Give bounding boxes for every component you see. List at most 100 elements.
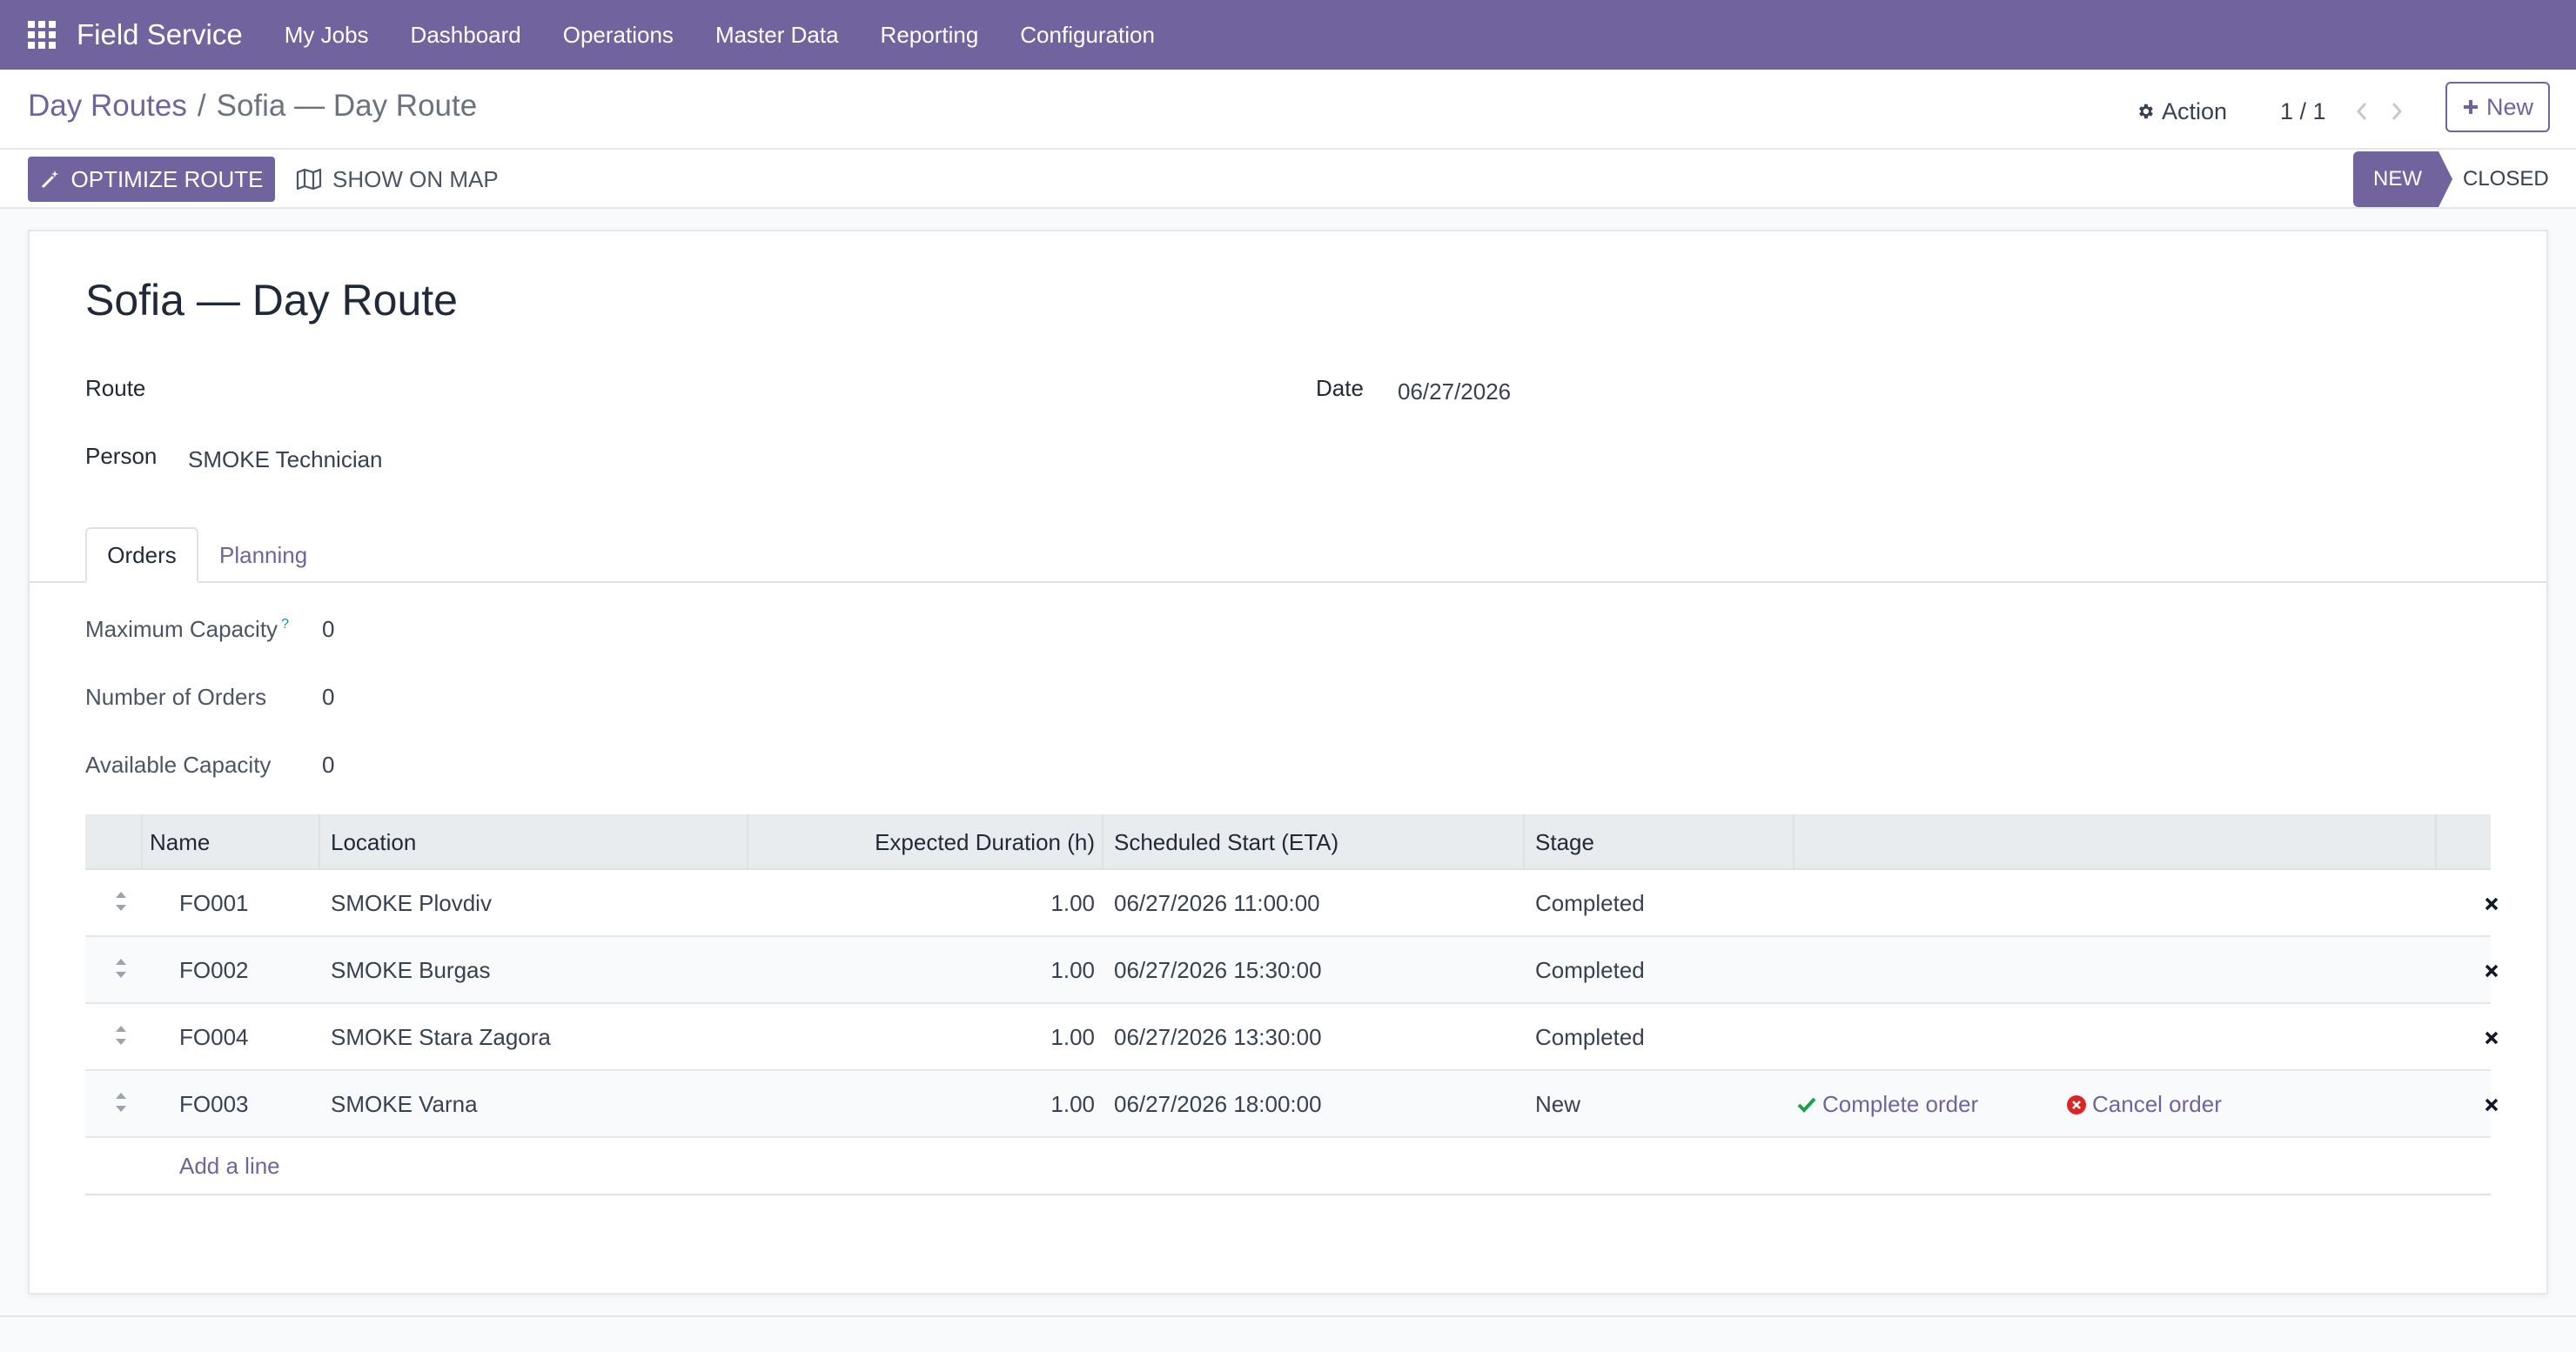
cell-location: SMOKE Plovdiv: [331, 890, 492, 916]
status-closed[interactable]: CLOSED: [2463, 151, 2549, 207]
footer-divider: [0, 1315, 2576, 1317]
available-capacity-value: 0: [322, 752, 335, 778]
cell-start: 06/27/2026 15:30:00: [1114, 957, 1322, 983]
column-duration-header[interactable]: Expected Duration (h): [747, 814, 1095, 870]
number-of-orders-label: Number of Orders: [85, 684, 267, 710]
tabs-divider: [30, 581, 2546, 583]
date-label: Date: [1316, 375, 1364, 401]
action-label: Action: [2162, 97, 2228, 124]
person-label: Person: [85, 443, 158, 469]
app-brand[interactable]: Field Service: [77, 18, 243, 51]
column-location-header[interactable]: Location: [331, 814, 416, 870]
control-panel: Day Routes / Sofia — Day Route Action 1 / …: [0, 70, 2576, 209]
drag-handle-icon[interactable]: [113, 889, 129, 914]
breadcrumb: Day Routes / Sofia — Day Route: [28, 89, 477, 124]
nav-reporting[interactable]: Reporting: [860, 0, 1000, 70]
optimize-route-button[interactable]: OPTIMIZE ROUTE: [28, 157, 275, 202]
breadcrumb-current: Sofia — Day Route: [216, 89, 478, 123]
new-label: New: [2485, 93, 2533, 120]
nav-master-data[interactable]: Master Data: [694, 0, 860, 70]
cell-start: 06/27/2026 18:00:00: [1114, 1091, 1322, 1117]
delete-row-button[interactable]: [2484, 1071, 2499, 1138]
nav-configuration[interactable]: Configuration: [999, 0, 1176, 70]
record-title: Sofia — Day Route: [85, 276, 458, 325]
gear-icon: [2139, 104, 2153, 119]
cell-name: FO004: [179, 1024, 249, 1050]
drag-handle-icon[interactable]: [113, 1090, 129, 1114]
cell-start: 06/27/2026 11:00:00: [1114, 890, 1320, 916]
grid-apps-icon[interactable]: [28, 21, 56, 49]
delete-row-button[interactable]: [2484, 1004, 2499, 1071]
cell-duration: 1.00: [1050, 1024, 1095, 1050]
column-start-header[interactable]: Scheduled Start (ETA): [1114, 814, 1338, 870]
cell-duration: 1.00: [1050, 1091, 1095, 1117]
cell-name: FO002: [179, 957, 249, 983]
cell-duration: 1.00: [1050, 890, 1095, 916]
help-tooltip-icon[interactable]: ?: [281, 617, 289, 632]
complete-order-button[interactable]: Complete order: [1796, 1071, 1978, 1138]
action-menu-button[interactable]: Action: [2136, 90, 2227, 132]
header-separator: [1523, 814, 1525, 870]
table-row[interactable]: FO002 SMOKE Burgas 1.00 06/27/2026 15:30…: [85, 937, 2499, 1004]
pager-value[interactable]: 1 / 1: [2280, 90, 2326, 132]
date-field[interactable]: 06/27/2026: [1398, 378, 1511, 405]
route-label: Route: [85, 375, 146, 401]
plus-icon: [2463, 100, 2478, 114]
header-separator: [141, 814, 143, 870]
person-field[interactable]: SMOKE Technician: [188, 446, 383, 473]
cell-name: FO001: [179, 890, 249, 916]
pager-next-button[interactable]: [2379, 94, 2414, 129]
nav-dashboard[interactable]: Dashboard: [390, 0, 542, 70]
show-on-map-label: SHOW ON MAP: [332, 165, 499, 192]
magic-wand-icon: [41, 171, 58, 189]
nav-my-jobs[interactable]: My Jobs: [264, 0, 390, 70]
table-row[interactable]: FO003 SMOKE Varna 1.00 06/27/2026 18:00:…: [85, 1071, 2499, 1138]
cell-name: FO003: [179, 1091, 249, 1117]
close-icon: [2485, 1098, 2499, 1111]
top-navbar: Field Service My Jobs Dashboard Operatio…: [0, 0, 2576, 70]
pager-previous-button[interactable]: [2345, 94, 2379, 129]
cancel-order-button[interactable]: Cancel order: [2066, 1071, 2222, 1138]
add-line-row: Add a line: [85, 1138, 2491, 1195]
form-sheet: Sofia — Day Route Route Date 06/27/2026 …: [28, 230, 2548, 1295]
table-header: Name Location Expected Duration (h) Sche…: [85, 814, 2491, 870]
cell-start: 06/27/2026 13:30:00: [1114, 1024, 1322, 1050]
breadcrumb-parent-link[interactable]: Day Routes: [28, 89, 187, 123]
cell-stage: Completed: [1535, 890, 1645, 916]
tab-planning[interactable]: Planning: [219, 527, 307, 583]
cell-location: SMOKE Varna: [331, 1091, 478, 1117]
nav-operations[interactable]: Operations: [542, 0, 694, 70]
chevron-right-icon: [2392, 103, 2403, 120]
column-stage-header[interactable]: Stage: [1535, 814, 1594, 870]
cell-stage: Completed: [1535, 1024, 1645, 1050]
pager-arrows: [2345, 90, 2414, 132]
close-icon: [2485, 897, 2499, 910]
cell-location: SMOKE Burgas: [331, 957, 491, 983]
delete-row-button[interactable]: [2484, 937, 2499, 1004]
table-row[interactable]: FO004 SMOKE Stara Zagora 1.00 06/27/2026…: [85, 1004, 2499, 1071]
column-name-header[interactable]: Name: [150, 814, 210, 870]
cancel-circle-icon: [2067, 1094, 2086, 1114]
tab-orders[interactable]: Orders: [85, 527, 198, 583]
cancel-order-label: Cancel order: [2092, 1091, 2222, 1117]
status-new[interactable]: NEW: [2353, 151, 2452, 207]
header-separator: [2435, 814, 2437, 870]
complete-order-label: Complete order: [1822, 1091, 1979, 1117]
breadcrumb-separator: /: [197, 89, 206, 123]
drag-handle-icon[interactable]: [113, 956, 129, 981]
delete-row-button[interactable]: [2484, 870, 2499, 937]
optimize-route-label: OPTIMIZE ROUTE: [70, 165, 264, 192]
cell-stage: Completed: [1535, 957, 1645, 983]
map-icon: [296, 168, 322, 191]
add-line-link[interactable]: Add a line: [179, 1138, 280, 1194]
max-capacity-label: Maximum Capacity?: [85, 616, 289, 643]
close-icon: [2485, 964, 2499, 977]
header-separator: [1793, 814, 1794, 870]
show-on-map-button[interactable]: SHOW ON MAP: [296, 157, 499, 202]
cell-stage: New: [1535, 1091, 1581, 1117]
table-row[interactable]: FO001 SMOKE Plovdiv 1.00 06/27/2026 11:0…: [85, 870, 2499, 937]
new-record-button[interactable]: New: [2445, 82, 2550, 132]
drag-handle-icon[interactable]: [113, 1023, 129, 1047]
orders-table: Name Location Expected Duration (h) Sche…: [85, 814, 2499, 1195]
route-field[interactable]: [188, 375, 1232, 405]
